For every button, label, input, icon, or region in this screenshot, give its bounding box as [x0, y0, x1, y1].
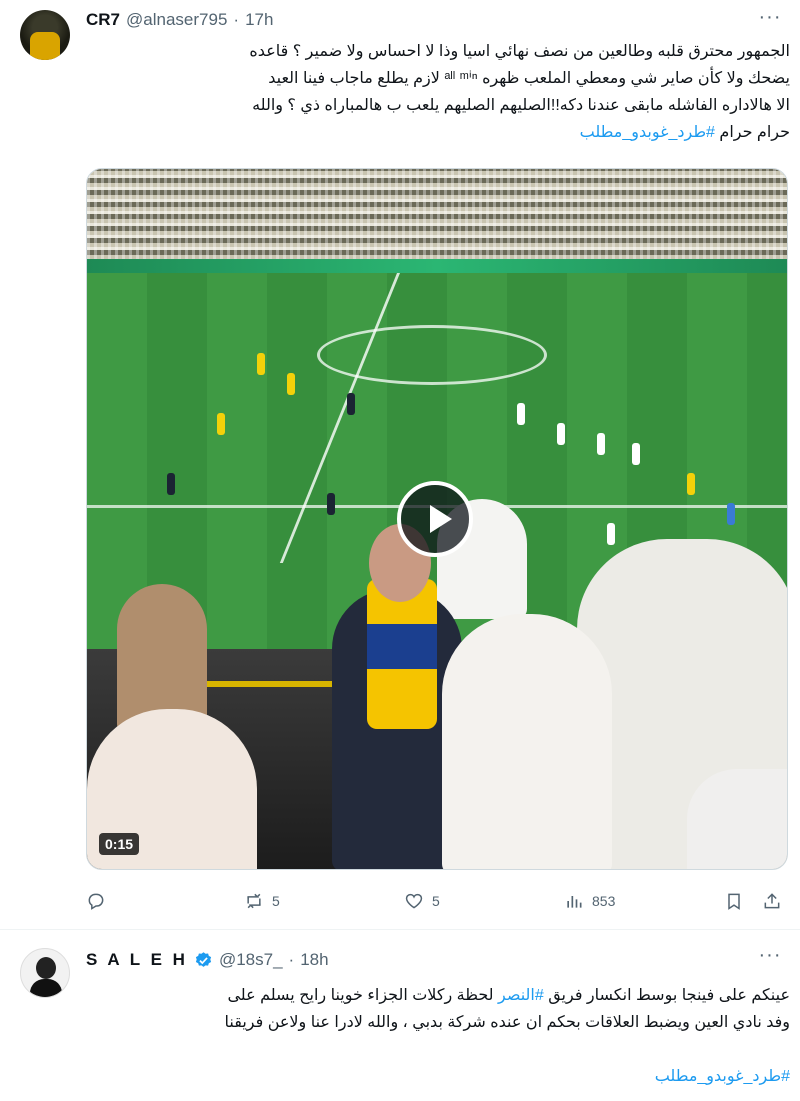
- bookmark-icon: [728, 893, 740, 910]
- player: [167, 473, 175, 495]
- tweet-text-line: الجمهور محترق قلبه وطالعين من نصف نهائي …: [249, 43, 790, 60]
- stadium-crowd: [87, 169, 787, 259]
- player: [257, 353, 265, 375]
- views-button[interactable]: 853: [564, 886, 615, 916]
- player: [287, 373, 295, 395]
- avatar[interactable]: [20, 948, 70, 998]
- tweet-card[interactable]: CR7 @alnaser795 · 17h ··· الجمهور محترق …: [0, 0, 800, 930]
- spectator: [687, 769, 787, 869]
- like-button[interactable]: 5: [404, 886, 440, 916]
- tweet-text-line: وفد نادي العين ويضبط العلاقات بحكم ان عن…: [224, 1014, 790, 1031]
- tweet-header: CR7 @alnaser795 · 17h: [86, 10, 273, 30]
- reply-button[interactable]: [86, 886, 114, 916]
- user-handle[interactable]: @alnaser795: [126, 10, 227, 30]
- display-name[interactable]: S A L E H: [86, 950, 188, 970]
- tweet-text: الجمهور محترق قلبه وطالعين من نصف نهائي …: [86, 38, 790, 146]
- tweet-text-line: حرام حرام #طرد_غوبدو_مطلب: [86, 119, 790, 146]
- player: [607, 523, 615, 545]
- tweet-text-line: [86, 1036, 790, 1063]
- like-count: 5: [432, 893, 440, 909]
- display-name[interactable]: CR7: [86, 10, 120, 30]
- hashtag-link[interactable]: #النصر: [498, 987, 544, 1004]
- player: [727, 503, 735, 525]
- tweet-actions: 5 5 853: [86, 886, 786, 916]
- hashtag-link[interactable]: #طرد_غوبدو_مطلب: [655, 1068, 790, 1085]
- timestamp[interactable]: 18h: [300, 950, 328, 970]
- center-circle: [317, 325, 547, 385]
- bookmark-button[interactable]: [724, 886, 744, 916]
- player: [597, 433, 605, 455]
- separator: ·: [288, 950, 295, 969]
- tweet-header: S A L E H @18s7_ · 18h: [86, 950, 329, 970]
- analytics-icon: [567, 896, 582, 908]
- tweet-text: عينكم على فينجا بوسط انكسار فريق #النصر …: [86, 982, 790, 1101]
- avatar[interactable]: [20, 10, 70, 60]
- tweet-card[interactable]: S A L E H @18s7_ · 18h ··· عينكم على فين…: [0, 930, 800, 1101]
- hashtag-link[interactable]: #طرد_غوبدو_مطلب: [580, 124, 715, 141]
- video-duration: 0:15: [99, 833, 140, 855]
- repost-icon: [247, 893, 261, 909]
- tweet-text-fragment: عينكم على فينجا بوسط انكسار فريق: [548, 987, 790, 1004]
- player: [217, 413, 225, 435]
- tweet-text-line: عينكم على فينجا بوسط انكسار فريق #النصر …: [86, 982, 790, 1009]
- video-player[interactable]: 0:15: [86, 168, 788, 870]
- share-icon: [764, 893, 780, 909]
- more-options-icon[interactable]: ···: [758, 945, 782, 972]
- spectator: [442, 614, 612, 869]
- tweet-text-line: #طرد_غوبدو_مطلب: [86, 1063, 790, 1090]
- player: [347, 393, 355, 415]
- reply-icon: [88, 893, 104, 910]
- play-button-icon[interactable]: [397, 481, 473, 557]
- user-handle[interactable]: @18s7_: [219, 950, 283, 970]
- view-count: 853: [592, 893, 616, 909]
- share-button[interactable]: [762, 886, 782, 916]
- player: [557, 423, 565, 445]
- advertising-board: [87, 259, 787, 273]
- more-options-icon[interactable]: ···: [758, 7, 782, 34]
- timestamp[interactable]: 17h: [245, 10, 273, 30]
- repost-button[interactable]: 5: [244, 886, 280, 916]
- tweet-text-fragment: حرام حرام: [719, 124, 790, 141]
- tweet-text-line: الا هالاداره الفاشله مابقى عندنا دكه!!ال…: [252, 97, 790, 114]
- player: [327, 493, 335, 515]
- tweet-text-fragment: لحظة ركلات الجزاء خوينا رايح يسلم على: [227, 987, 494, 1004]
- player: [632, 443, 640, 465]
- heart-icon: [405, 893, 423, 909]
- tweet-text-line: يضحك ولا كأن صاير شي ومعطي الملعب ظهره ᵃ…: [268, 70, 790, 87]
- repost-count: 5: [272, 893, 280, 909]
- halfway-line: [279, 273, 400, 563]
- player: [517, 403, 525, 425]
- verified-badge-icon: [195, 951, 212, 967]
- player: [687, 473, 695, 495]
- separator: ·: [233, 10, 240, 29]
